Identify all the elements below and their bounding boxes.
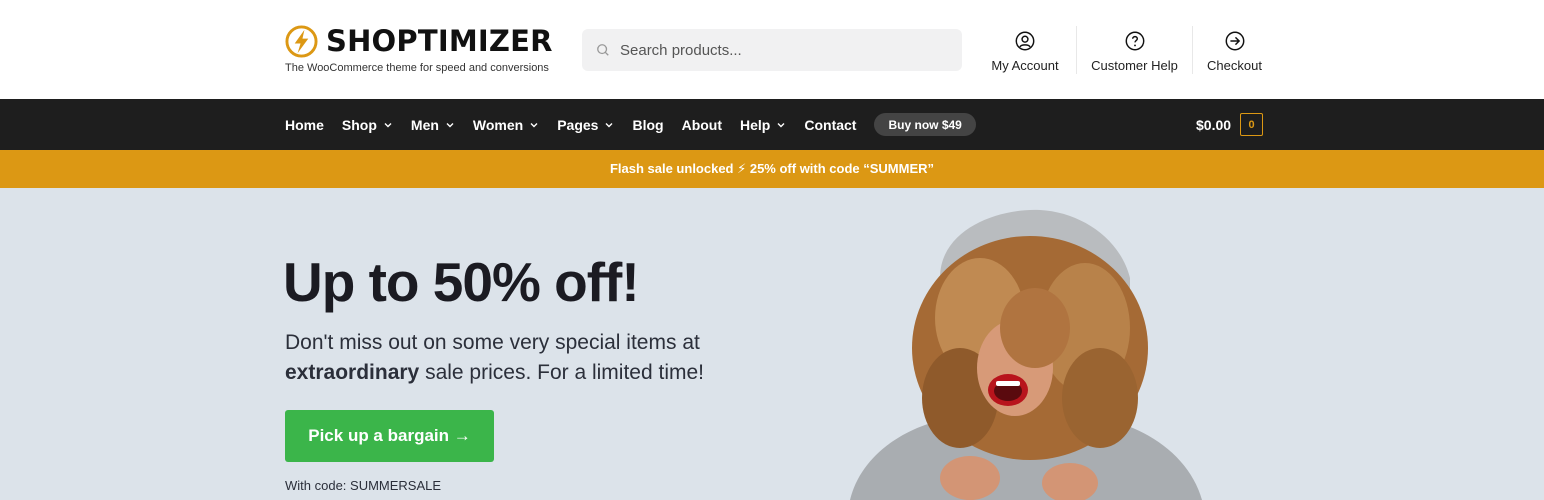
nav-item-home[interactable]: Home — [285, 117, 324, 133]
search-input[interactable] — [620, 41, 940, 59]
hero-subtitle: Don't miss out on some very special item… — [285, 328, 715, 388]
customer-help-link[interactable]: Customer Help — [1076, 26, 1192, 74]
promo-text: Flash sale unlocked ⚡ 25% off with code … — [609, 161, 935, 176]
hero-banner: Up to 50% off! Don't miss out on some ve… — [0, 188, 1544, 500]
brand-name: SHOPTIMIZER — [326, 24, 553, 58]
site-logo[interactable]: SHOPTIMIZER The WooCommerce theme for sp… — [285, 24, 555, 78]
main-navigation: Home Shop Men Women Pages Blog About Hel… — [0, 99, 1544, 150]
cart-total: $0.00 — [1196, 116, 1232, 133]
hero-subtitle-pre: Don't miss out on some very special item… — [285, 331, 700, 354]
question-icon — [1125, 31, 1144, 51]
nav-item-blog[interactable]: Blog — [632, 117, 663, 133]
checkout-label: Checkout — [1207, 58, 1262, 73]
pick-up-bargain-button[interactable]: Pick up a bargain → — [285, 410, 494, 462]
checkout-link[interactable]: Checkout — [1192, 26, 1276, 74]
header-links: My Account Customer Help Checkout — [974, 26, 1276, 74]
hero-subtitle-bold: extraordinary — [285, 361, 420, 384]
nav-menu: Home Shop Men Women Pages Blog About Hel… — [285, 99, 976, 150]
site-header: SHOPTIMIZER The WooCommerce theme for sp… — [0, 0, 1544, 99]
chevron-down-icon — [446, 122, 454, 127]
discount-code-note: With code: SUMMERSALE — [285, 478, 442, 493]
my-account-link[interactable]: My Account — [974, 26, 1076, 74]
hero-subtitle-post: sale prices. For a limited time! — [419, 361, 704, 384]
cart-count-badge: 0 — [1240, 113, 1264, 136]
nav-item-about[interactable]: About — [682, 117, 722, 133]
user-icon — [1015, 31, 1035, 51]
nav-item-pages[interactable]: Pages — [557, 117, 614, 133]
buy-now-button[interactable]: Buy now $49 — [874, 113, 976, 136]
chevron-down-icon — [777, 122, 785, 127]
lightning-bolt-icon — [285, 24, 318, 58]
hero-title: Up to 50% off! — [283, 251, 640, 313]
nav-item-contact[interactable]: Contact — [804, 117, 856, 133]
promo-banner: Flash sale unlocked ⚡ 25% off with code … — [0, 150, 1544, 188]
nav-item-help[interactable]: Help — [740, 117, 786, 133]
brand-tagline: The WooCommerce theme for speed and conv… — [285, 62, 549, 74]
search-bar[interactable] — [582, 29, 962, 71]
my-account-label: My Account — [991, 58, 1059, 73]
arrow-right-circle-icon — [1225, 31, 1244, 51]
hero-woman-image — [850, 209, 1202, 500]
nav-item-shop[interactable]: Shop — [342, 117, 393, 133]
customer-help-label: Customer Help — [1091, 58, 1178, 73]
cart-button[interactable]: $0.00 0 — [1196, 113, 1264, 136]
chevron-down-icon — [530, 122, 538, 127]
nav-item-women[interactable]: Women — [473, 117, 539, 133]
nav-item-men[interactable]: Men — [411, 117, 455, 133]
chevron-down-icon — [384, 122, 392, 127]
search-icon — [597, 44, 609, 56]
chevron-down-icon — [605, 122, 613, 127]
